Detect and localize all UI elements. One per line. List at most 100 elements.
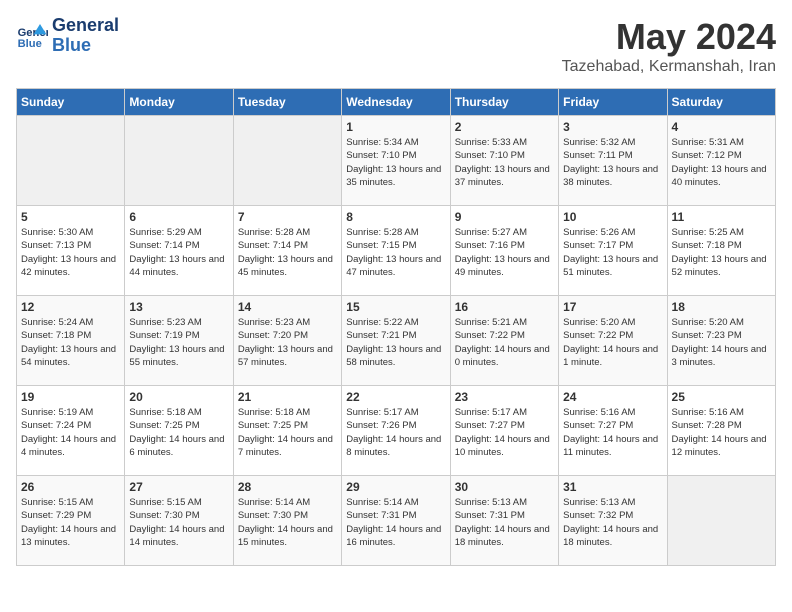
day-number: 7	[238, 210, 337, 224]
day-info: Sunrise: 5:20 AMSunset: 7:23 PMDaylight:…	[672, 316, 771, 369]
day-number: 17	[563, 300, 662, 314]
svg-text:Blue: Blue	[18, 38, 42, 50]
day-number: 12	[21, 300, 120, 314]
calendar-cell: 6 Sunrise: 5:29 AMSunset: 7:14 PMDaylight…	[125, 206, 233, 296]
logo-text: General Blue	[52, 16, 119, 56]
day-info: Sunrise: 5:15 AMSunset: 7:30 PMDaylight:…	[129, 496, 228, 549]
day-info: Sunrise: 5:27 AMSunset: 7:16 PMDaylight:…	[455, 226, 554, 279]
day-info: Sunrise: 5:16 AMSunset: 7:27 PMDaylight:…	[563, 406, 662, 459]
day-number: 1	[346, 120, 445, 134]
calendar-cell: 21 Sunrise: 5:18 AMSunset: 7:25 PMDayligh…	[233, 386, 341, 476]
calendar-cell: 23 Sunrise: 5:17 AMSunset: 7:27 PMDayligh…	[450, 386, 558, 476]
weekday-header-row: SundayMondayTuesdayWednesdayThursdayFrid…	[17, 89, 776, 116]
day-info: Sunrise: 5:30 AMSunset: 7:13 PMDaylight:…	[21, 226, 120, 279]
calendar-cell: 25Sunrise: 5:16 AMSunset: 7:28 PMDayligh…	[667, 386, 775, 476]
calendar-cell: 27Sunrise: 5:15 AMSunset: 7:30 PMDayligh…	[125, 476, 233, 566]
day-info: Sunrise: 5:28 AMSunset: 7:14 PMDaylight:…	[238, 226, 337, 279]
day-number: 23	[455, 390, 554, 404]
calendar-cell: 14 Sunrise: 5:23 AMSunset: 7:20 PMDayligh…	[233, 296, 341, 386]
calendar-cell: 12Sunrise: 5:24 AMSunset: 7:18 PMDayligh…	[17, 296, 125, 386]
day-number: 30	[455, 480, 554, 494]
calendar-cell: 3 Sunrise: 5:32 AMSunset: 7:11 PMDaylight…	[559, 116, 667, 206]
day-number: 26	[21, 480, 120, 494]
calendar-cell: 7 Sunrise: 5:28 AMSunset: 7:14 PMDaylight…	[233, 206, 341, 296]
calendar-week-row: 12Sunrise: 5:24 AMSunset: 7:18 PMDayligh…	[17, 296, 776, 386]
day-number: 21	[238, 390, 337, 404]
day-number: 5	[21, 210, 120, 224]
day-number: 14	[238, 300, 337, 314]
calendar-cell: 16 Sunrise: 5:21 AMSunset: 7:22 PMDayligh…	[450, 296, 558, 386]
calendar-cell: 30Sunrise: 5:13 AMSunset: 7:31 PMDayligh…	[450, 476, 558, 566]
logo: General Blue General Blue	[16, 16, 119, 56]
day-number: 29	[346, 480, 445, 494]
day-number: 3	[563, 120, 662, 134]
day-info: Sunrise: 5:18 AMSunset: 7:25 PMDaylight:…	[238, 406, 337, 459]
day-info: Sunrise: 5:34 AMSunset: 7:10 PMDaylight:…	[346, 136, 445, 189]
calendar-cell: 13 Sunrise: 5:23 AMSunset: 7:19 PMDayligh…	[125, 296, 233, 386]
day-info: Sunrise: 5:23 AMSunset: 7:19 PMDaylight:…	[129, 316, 228, 369]
calendar-cell: 11 Sunrise: 5:25 AMSunset: 7:18 PMDayligh…	[667, 206, 775, 296]
day-info: Sunrise: 5:26 AMSunset: 7:17 PMDaylight:…	[563, 226, 662, 279]
calendar-week-row: 1 Sunrise: 5:34 AMSunset: 7:10 PMDaylight…	[17, 116, 776, 206]
calendar-cell: 2Sunrise: 5:33 AMSunset: 7:10 PMDaylight…	[450, 116, 558, 206]
calendar-cell: 17Sunrise: 5:20 AMSunset: 7:22 PMDayligh…	[559, 296, 667, 386]
location: Tazehabad, Kermanshah, Iran	[562, 58, 776, 76]
day-number: 6	[129, 210, 228, 224]
weekday-header: Sunday	[17, 89, 125, 116]
day-info: Sunrise: 5:17 AMSunset: 7:26 PMDaylight:…	[346, 406, 445, 459]
calendar-cell	[17, 116, 125, 206]
day-info: Sunrise: 5:15 AMSunset: 7:29 PMDaylight:…	[21, 496, 120, 549]
day-number: 19	[21, 390, 120, 404]
day-info: Sunrise: 5:29 AMSunset: 7:14 PMDaylight:…	[129, 226, 228, 279]
day-info: Sunrise: 5:25 AMSunset: 7:18 PMDaylight:…	[672, 226, 771, 279]
weekday-header: Friday	[559, 89, 667, 116]
calendar-cell: 31Sunrise: 5:13 AMSunset: 7:32 PMDayligh…	[559, 476, 667, 566]
calendar-cell: 1 Sunrise: 5:34 AMSunset: 7:10 PMDaylight…	[342, 116, 450, 206]
day-info: Sunrise: 5:14 AMSunset: 7:30 PMDaylight:…	[238, 496, 337, 549]
calendar-cell	[233, 116, 341, 206]
calendar-cell: 4 Sunrise: 5:31 AMSunset: 7:12 PMDaylight…	[667, 116, 775, 206]
logo-line2: Blue	[52, 35, 91, 55]
calendar-cell	[667, 476, 775, 566]
weekday-header: Tuesday	[233, 89, 341, 116]
calendar-cell: 18Sunrise: 5:20 AMSunset: 7:23 PMDayligh…	[667, 296, 775, 386]
weekday-header: Wednesday	[342, 89, 450, 116]
calendar-cell: 10 Sunrise: 5:26 AMSunset: 7:17 PMDayligh…	[559, 206, 667, 296]
day-number: 2	[455, 120, 554, 134]
day-info: Sunrise: 5:23 AMSunset: 7:20 PMDaylight:…	[238, 316, 337, 369]
calendar-cell: 9Sunrise: 5:27 AMSunset: 7:16 PMDaylight…	[450, 206, 558, 296]
weekday-header: Saturday	[667, 89, 775, 116]
day-info: Sunrise: 5:28 AMSunset: 7:15 PMDaylight:…	[346, 226, 445, 279]
day-number: 31	[563, 480, 662, 494]
calendar-cell: 5 Sunrise: 5:30 AMSunset: 7:13 PMDaylight…	[17, 206, 125, 296]
calendar-cell	[125, 116, 233, 206]
day-number: 16	[455, 300, 554, 314]
day-info: Sunrise: 5:17 AMSunset: 7:27 PMDaylight:…	[455, 406, 554, 459]
day-number: 10	[563, 210, 662, 224]
day-info: Sunrise: 5:32 AMSunset: 7:11 PMDaylight:…	[563, 136, 662, 189]
day-info: Sunrise: 5:19 AMSunset: 7:24 PMDaylight:…	[21, 406, 120, 459]
calendar-cell: 20Sunrise: 5:18 AMSunset: 7:25 PMDayligh…	[125, 386, 233, 476]
day-number: 22	[346, 390, 445, 404]
calendar-week-row: 5 Sunrise: 5:30 AMSunset: 7:13 PMDaylight…	[17, 206, 776, 296]
day-number: 4	[672, 120, 771, 134]
calendar-cell: 26 Sunrise: 5:15 AMSunset: 7:29 PMDayligh…	[17, 476, 125, 566]
logo-icon: General Blue	[16, 20, 48, 52]
weekday-header: Thursday	[450, 89, 558, 116]
day-info: Sunrise: 5:21 AMSunset: 7:22 PMDaylight:…	[455, 316, 554, 369]
calendar-cell: 24 Sunrise: 5:16 AMSunset: 7:27 PMDayligh…	[559, 386, 667, 476]
day-info: Sunrise: 5:22 AMSunset: 7:21 PMDaylight:…	[346, 316, 445, 369]
calendar-cell: 28Sunrise: 5:14 AMSunset: 7:30 PMDayligh…	[233, 476, 341, 566]
day-number: 11	[672, 210, 771, 224]
day-number: 20	[129, 390, 228, 404]
calendar-cell: 29Sunrise: 5:14 AMSunset: 7:31 PMDayligh…	[342, 476, 450, 566]
calendar-cell: 22 Sunrise: 5:17 AMSunset: 7:26 PMDayligh…	[342, 386, 450, 476]
title-block: May 2024 Tazehabad, Kermanshah, Iran	[562, 16, 776, 76]
day-info: Sunrise: 5:16 AMSunset: 7:28 PMDaylight:…	[672, 406, 771, 459]
day-number: 24	[563, 390, 662, 404]
month-title: May 2024	[562, 16, 776, 58]
day-number: 8	[346, 210, 445, 224]
calendar-table: SundayMondayTuesdayWednesdayThursdayFrid…	[16, 88, 776, 566]
day-info: Sunrise: 5:31 AMSunset: 7:12 PMDaylight:…	[672, 136, 771, 189]
day-number: 13	[129, 300, 228, 314]
